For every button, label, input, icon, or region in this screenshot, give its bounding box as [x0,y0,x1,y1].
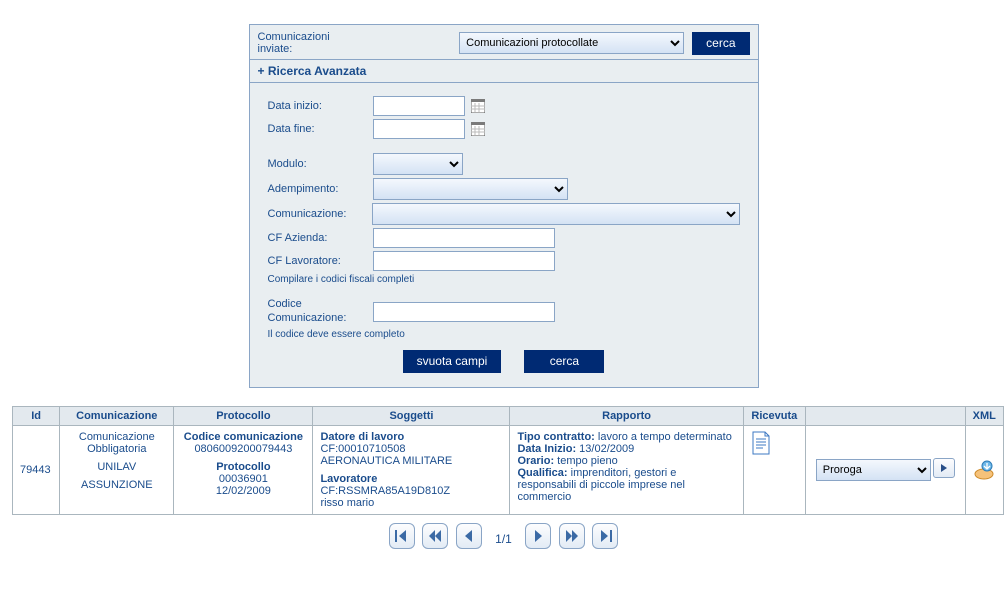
th-comunicazione: Comunicazione [60,406,174,425]
calendar-icon[interactable] [471,122,485,136]
ricerca-avanzata-header[interactable]: + Ricerca Avanzata [250,59,758,83]
rapporto-orario-value: tempo pieno [554,455,618,467]
label-adempimento: Adempimento: [268,183,373,195]
label-data-fine: Data fine: [268,123,373,135]
th-id: Id [13,406,60,425]
ricevuta-document-icon[interactable] [751,431,798,455]
datore-name: AERONAUTICA MILITARE [320,455,452,467]
azione-go-button[interactable] [933,458,955,478]
cell-comunicazione: Comunicazione Obbligatoria UNILAV ASSUNZ… [60,425,174,514]
last-page-button[interactable] [592,523,618,549]
rapporto-qualifica-label: Qualifica: [517,467,567,479]
table-row: 79443 Comunicazione Obbligatoria UNILAV … [13,425,1004,514]
th-action [805,406,965,425]
cell-action: Proroga [805,425,965,514]
comunicazione-modulo: UNILAV [67,461,166,473]
svuota-campi-button[interactable]: svuota campi [403,350,502,373]
ricerca-avanzata-body: Data inizio: Data fine: Modulo: Adempime… [250,83,758,387]
label-cf-azienda: CF Azienda: [268,232,373,244]
lavoratore-name: risso mario [320,497,374,509]
next-fast-button[interactable] [559,523,585,549]
protocollo-data: 12/02/2009 [216,485,271,497]
protocollo-codice-value: 0806009200079443 [194,443,292,455]
cf-lavoratore-input[interactable] [373,251,555,271]
azione-select[interactable]: Proroga [816,459,931,481]
label-modulo: Modulo: [268,158,373,170]
hint-cf-completi: Compilare i codici fiscali completi [268,274,740,285]
th-xml: XML [965,406,1003,425]
comunicazioni-tipo-select[interactable]: Comunicazioni protocollate [459,32,684,54]
th-ricevuta: Ricevuta [743,406,805,425]
cerca-adv-button[interactable]: cerca [524,350,604,373]
protocollo-codice-label: Codice comunicazione [184,431,303,443]
rapporto-orario-label: Orario: [517,455,554,467]
pager: 1/1 [12,523,995,549]
search-panel: Comunicazioni inviate: Comunicazioni pro… [249,24,759,388]
prev-fast-button[interactable] [422,523,448,549]
datore-label: Datore di lavoro [320,431,404,443]
cell-rapporto: Tipo contratto: lavoro a tempo determina… [510,425,743,514]
rapporto-inizio-label: Data Inizio: [517,443,576,455]
cell-xml [965,425,1003,514]
th-soggetti: Soggetti [313,406,510,425]
datore-cf: CF:00010710508 [320,443,405,455]
comunicazione-select[interactable] [372,203,740,225]
rapporto-inizio-value: 13/02/2009 [576,443,634,455]
lavoratore-label: Lavoratore [320,473,377,485]
cell-soggetti: Datore di lavoro CF:00010710508 AERONAUT… [313,425,510,514]
comunicazione-tipo: Comunicazione Obbligatoria [67,431,166,455]
prev-page-button[interactable] [456,523,482,549]
cell-protocollo: Codice comunicazione 0806009200079443 Pr… [174,425,313,514]
modulo-select[interactable] [373,153,463,175]
calendar-icon[interactable] [471,99,485,113]
rapporto-tipo-label: Tipo contratto: [517,431,594,443]
page-indicator: 1/1 [495,532,512,546]
cerca-top-button[interactable]: cerca [692,32,749,55]
protocollo-label: Protocollo [216,461,270,473]
lavoratore-cf: CF:RSSMRA85A19D810Z [320,485,450,497]
label-cf-lavoratore: CF Lavoratore: [268,255,373,267]
next-page-button[interactable] [525,523,551,549]
cell-id: 79443 [13,425,60,514]
protocollo-value: 00036901 [219,473,268,485]
comunicazione-adempimento: ASSUNZIONE [67,479,166,491]
cf-azienda-input[interactable] [373,228,555,248]
label-codice-comunicazione: Codice Comunicazione: [268,298,373,326]
codice-comunicazione-input[interactable] [373,302,555,322]
adempimento-select[interactable] [373,178,568,200]
th-protocollo: Protocollo [174,406,313,425]
xml-download-icon[interactable] [973,460,996,480]
data-inizio-input[interactable] [373,96,465,116]
th-rapporto: Rapporto [510,406,743,425]
label-data-inizio: Data inizio: [268,100,373,112]
hint-codice-completo: Il codice deve essere completo [268,329,740,340]
results-table: Id Comunicazione Protocollo Soggetti Rap… [12,406,1004,515]
label-comunicazioni-inviate: Comunicazioni inviate: [258,31,378,55]
label-comunicazione: Comunicazione: [268,208,372,220]
cell-ricevuta [743,425,805,514]
data-fine-input[interactable] [373,119,465,139]
rapporto-tipo-value: lavoro a tempo determinato [595,431,732,443]
first-page-button[interactable] [389,523,415,549]
